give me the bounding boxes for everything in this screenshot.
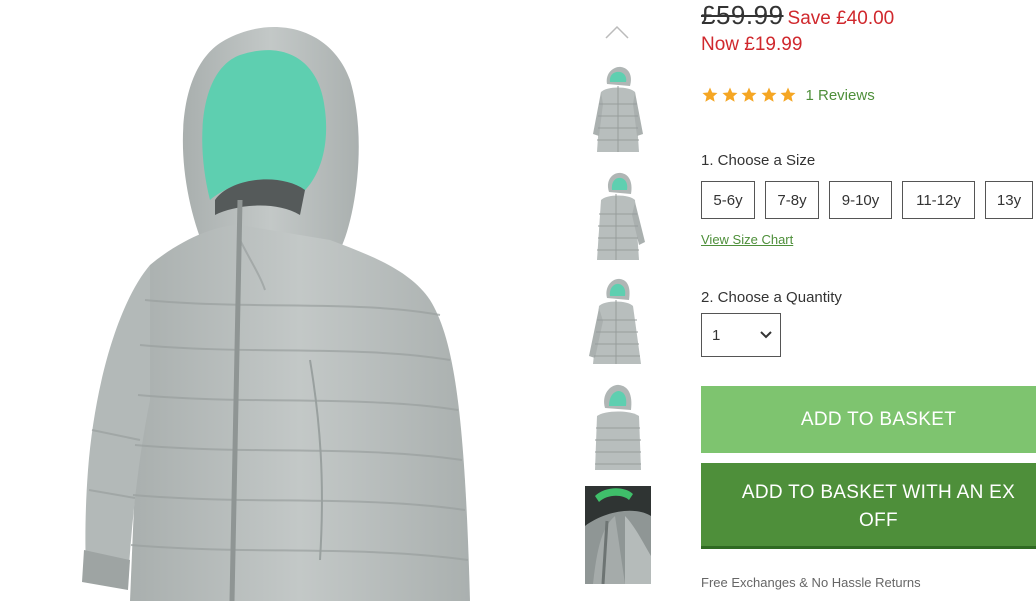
star-icon (741, 87, 757, 102)
size-option[interactable]: 11-12y (902, 181, 975, 219)
thumbnail-front[interactable] (585, 64, 651, 160)
star-icon (761, 87, 776, 102)
star-icon (722, 87, 737, 102)
size-label: 1. Choose a Size (701, 152, 816, 169)
product-info: £59.99 Save £40.00 Now £19.99 1 Reviews 1… (701, 0, 1036, 601)
add-to-basket-label: ADD TO BASKET (800, 408, 957, 430)
save-amount: Save £40.00 (787, 8, 895, 29)
thumbnail-strip (582, 0, 654, 601)
reviews-link[interactable]: 1 Reviews (806, 87, 875, 104)
quantity-value: 1 (712, 326, 721, 344)
rating: 1 Reviews (701, 86, 875, 104)
price-row: £59.99 Save £40.00 (701, 0, 894, 31)
thumbnail-angle[interactable] (585, 276, 651, 372)
thumbnail-back[interactable] (585, 382, 651, 478)
now-price: Now £19.99 (701, 34, 803, 55)
size-option[interactable]: 5-6y (701, 181, 755, 219)
thumbnail-detail[interactable] (585, 486, 651, 584)
star-icon (702, 87, 718, 102)
exchange-label-line1: ADD TO BASKET WITH AN EX (741, 482, 1016, 503)
size-chart-link[interactable]: View Size Chart (701, 232, 793, 247)
chevron-up-icon[interactable] (604, 24, 630, 40)
quantity-select[interactable]: 1 (701, 313, 781, 357)
size-option[interactable]: 9-10y (829, 181, 892, 219)
thumbnail-side[interactable] (585, 170, 651, 266)
add-to-basket-button[interactable]: ADD TO BASKET (701, 386, 1036, 453)
exchange-label-line2: OFF (859, 510, 898, 531)
size-option[interactable]: 7-8y (765, 181, 819, 219)
returns-note: Free Exchanges & No Hassle Returns (701, 575, 921, 590)
size-options: 5-6y 7-8y 9-10y 11-12y 13y (701, 181, 1036, 219)
star-icon (780, 87, 796, 102)
quantity-label: 2. Choose a Quantity (701, 289, 842, 306)
add-to-basket-exchange-button[interactable]: ADD TO BASKET WITH AN EX OFF (701, 463, 1036, 549)
main-product-image[interactable] (0, 0, 560, 601)
old-price: £59.99 (701, 0, 784, 30)
chevron-down-icon (760, 331, 772, 339)
size-option[interactable]: 13y (985, 181, 1033, 219)
